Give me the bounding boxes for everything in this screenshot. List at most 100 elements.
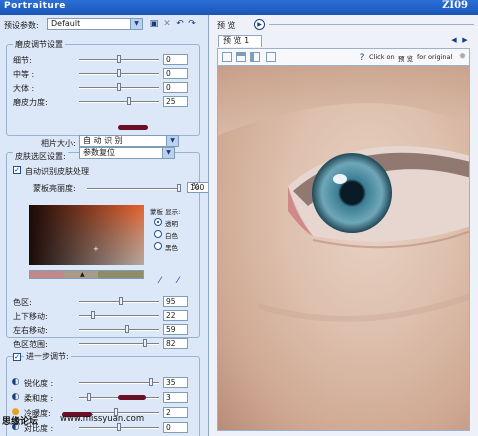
single-view-icon[interactable] [222,52,232,62]
preview-hint-prefix: Click on [369,53,395,61]
preview-toolbar: ? Click on 预 览 for original ✹ [217,48,470,65]
slider-thumb[interactable] [117,69,121,77]
smoothing-sliders-3-value: 25 [166,97,176,106]
save-icon[interactable]: ▣ [149,19,159,29]
settings-panel: 预设参数: Default ▼ ▣ ✕ ↶ ↷ 磨皮调节设置 细节: 0 中等 : 0… [0,15,209,436]
auto-skin-label: 自动识别皮肤处理 [25,167,89,176]
redo-icon[interactable]: ↷ [187,19,197,29]
watermark-url: www.missyuan.com [60,414,145,424]
highlight-mark [118,395,146,400]
half-moon-icon: ◐ [11,377,20,387]
preset-select[interactable]: Default ▼ [47,18,143,30]
mask-display-label-2: 黑色 [165,244,178,252]
skin_mask-sliders-1-input[interactable]: 22 [163,310,188,321]
smoothing-sliders-2-slider[interactable] [79,83,159,91]
mask-display-label-0: 透明 [165,220,178,228]
skin_mask-sliders-1-value: 22 [166,311,176,320]
smoothing-sliders-0-label: 细节: [13,56,32,65]
skin_mask-sliders-0-row: 色区: 95 [7,296,199,307]
slider-thumb[interactable] [126,97,131,105]
skin_mask-sliders-3-row: 色区范围: 82 [7,338,199,349]
slider-thumb[interactable] [125,325,129,333]
skin_mask-sliders-1-label: 上下移动: [13,312,48,321]
slider-thumb[interactable] [177,184,182,192]
slider-thumb[interactable] [118,297,123,305]
preview-hint-suffix: for original [417,53,453,61]
skin_mask-sliders-2-slider[interactable] [79,325,159,333]
smoothing-sliders-3-input[interactable]: 25 [163,96,188,107]
chevron-right-icon[interactable]: ▶ [461,35,469,45]
skin-mask-group-title: 皮肤选区设置: [13,151,68,162]
enhance-sliders-0-row: ◐ 锐化度 : 35 [7,377,199,388]
auto-skin-checkbox[interactable]: ✓ [13,166,21,174]
smoothing-sliders-2-input[interactable]: 0 [163,82,188,93]
chevron-down-icon: ▼ [162,148,174,158]
enhance-sliders-0-label: 锐化度 : [24,379,54,388]
enhance-sliders-1-value: 3 [166,393,171,402]
undo-icon[interactable]: ↶ [175,19,185,29]
skin_mask-sliders-0-input[interactable]: 95 [163,296,188,307]
skin_mask-sliders-3-slider[interactable] [79,339,159,347]
title-bar: Portraiture ZI09 [0,0,478,15]
eyedropper-icon[interactable]: ⁄ [155,276,165,286]
smoothing-sliders-0-input[interactable]: 0 [163,54,188,65]
preview-panel: 预 览 ▶ 预 览 1 ◀ ▶ ? Click on 预 览 for origi… [209,15,478,436]
chevron-left-icon[interactable]: ◀ [450,35,458,45]
smoothing-group: 磨皮调节设置 细节: 0 中等 : 0 大体 : 0 磨皮力度: 25 相片大小: 自 动 识… [6,39,200,148]
split-horizontal-icon[interactable] [236,52,246,62]
smoothing-sliders-3-slider[interactable] [79,97,159,105]
preview-image[interactable] [217,65,470,431]
skin_mask-sliders-0-value: 95 [166,297,176,306]
skin-color-picker[interactable]: + [29,205,144,265]
enhance-group-title: 进一步调节: [24,351,71,362]
eyedropper-plus-icon[interactable]: ⁄ [173,276,183,286]
skin_mask-sliders-3-input[interactable]: 82 [163,338,188,349]
smoothing-sliders-1-slider[interactable] [79,69,159,77]
smoothing-sliders-3-row: 磨皮力度: 25 [7,96,199,107]
slider-thumb[interactable] [91,311,96,319]
play-icon[interactable]: ▶ [254,19,265,30]
app-code: ZI09 [442,0,468,11]
slider-thumb[interactable] [117,83,121,91]
enhance-sliders-0-slider[interactable] [79,378,159,386]
smoothing-sliders-3-label: 磨皮力度: [13,98,48,107]
skin_mask-sliders-3-value: 82 [166,339,176,348]
skin_mask-sliders-0-slider[interactable] [79,297,159,305]
slider-thumb[interactable] [86,393,91,401]
enhance-sliders-1-label: 柔和度 : [24,394,54,403]
mask-opacity-label: 蒙板亮丽度: [33,184,76,193]
enhance-sliders-0-input[interactable]: 35 [163,377,188,388]
side-by-side-icon[interactable] [266,52,276,62]
enhance-checkbox[interactable]: ✓ [13,353,21,361]
skin-preset-value: 参数复位 [83,148,115,157]
mask-display-radio-1[interactable] [154,230,162,238]
swatch-marker: ▲ [80,271,85,278]
slider-thumb[interactable] [117,55,121,63]
mask-display-radio-0[interactable] [154,218,162,226]
skin-preset-select[interactable]: 参数复位 ▼ [79,147,175,159]
smoothing-sliders-0-row: 细节: 0 [7,54,199,65]
portrait-size-select[interactable]: 自 动 识 别 ▼ [79,135,179,147]
mask-opacity-slider[interactable] [87,184,182,192]
smoothing-sliders-0-slider[interactable] [79,55,159,63]
smoothing-sliders-1-value: 0 [166,69,171,78]
enhance-sliders-1-input[interactable]: 3 [163,392,188,403]
skin_mask-sliders-1-slider[interactable] [79,311,159,319]
smoothing-sliders-1-input[interactable]: 0 [163,68,188,79]
settings-gear-icon[interactable]: ✹ [458,52,467,62]
tab-preview-1-label: 预 览 1 [223,36,250,45]
tab-preview-1[interactable]: 预 览 1 [218,35,262,47]
skin_mask-sliders-2-input[interactable]: 59 [163,324,188,335]
enhance-sliders-1-row: ◐ 柔和度 : 3 [7,392,199,403]
slider-thumb[interactable] [142,339,147,347]
slider-thumb[interactable] [149,378,153,386]
chevron-down-icon: ▼ [130,19,142,29]
smoothing-sliders-0-value: 0 [166,55,171,64]
help-icon[interactable]: ? [358,53,366,63]
delete-icon[interactable]: ✕ [162,19,172,29]
smoothing-sliders-1-label: 中等 : [13,70,35,79]
preset-label: 预设参数: [4,21,39,30]
mask-display-label-1: 白色 [165,232,178,240]
split-vertical-icon[interactable] [250,52,260,62]
mask-display-radio-2[interactable] [154,242,162,250]
